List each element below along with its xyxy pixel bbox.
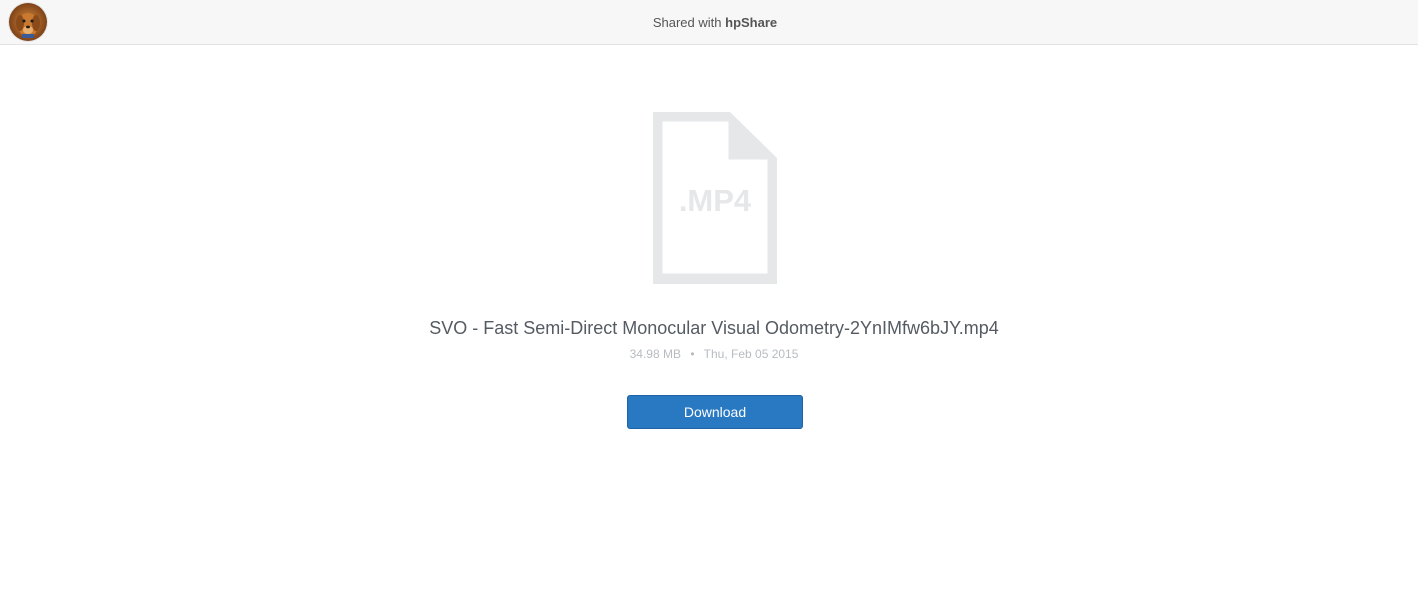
meta-separator: • (690, 347, 695, 361)
file-name: SVO - Fast Semi-Direct Monocular Visual … (429, 318, 999, 338)
download-button[interactable]: Download (627, 395, 803, 429)
file-extension-label: .MP4 (678, 183, 752, 218)
shared-with-label: Shared with hpShare (0, 0, 1418, 45)
file-date: Thu, Feb 05 2015 (703, 347, 799, 361)
file-meta: 34.98 MB • Thu, Feb 05 2015 (0, 347, 1418, 361)
file-size: 34.98 MB (629, 347, 681, 361)
brand-name: hpShare (725, 15, 778, 30)
file-document-icon: .MP4 (652, 111, 778, 285)
shared-prefix: Shared with (652, 15, 722, 30)
top-bar: Shared with hpShare (0, 0, 1418, 45)
